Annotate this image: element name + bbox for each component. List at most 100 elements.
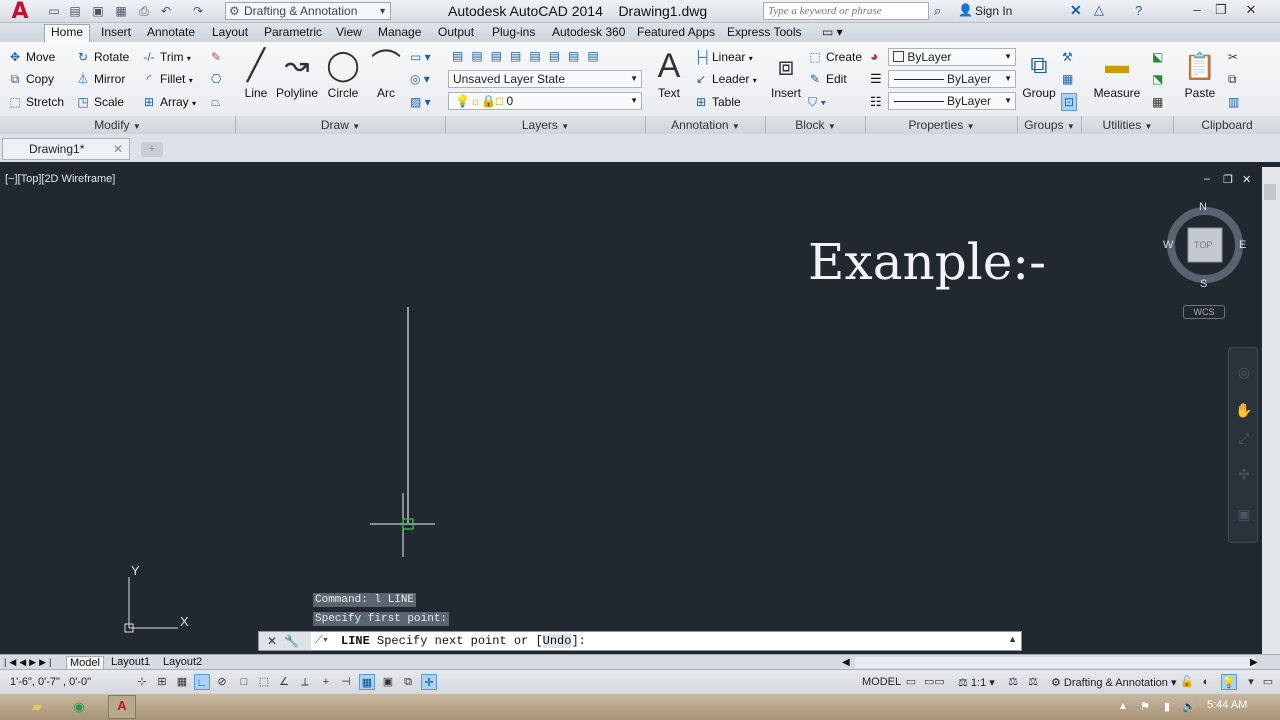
- a360-icon[interactable]: △: [1094, 2, 1104, 18]
- array-button[interactable]: ⊞ Array ▾: [142, 94, 196, 112]
- close-command-icon[interactable]: ✕: [267, 634, 284, 648]
- steering-wheel-icon[interactable]: ◎: [1235, 364, 1253, 381]
- tray-battery-icon[interactable]: ▮: [1156, 697, 1178, 717]
- paste-button[interactable]: 📋 Paste: [1180, 46, 1220, 100]
- copy-button[interactable]: ⧉ Copy: [8, 71, 54, 87]
- hatch-icon[interactable]: ▨ ▾: [410, 94, 431, 110]
- panel-title-block[interactable]: Block ▼: [766, 116, 866, 134]
- command-line[interactable]: ✕🔧 ⟋▾ LINE Specify next point or [Undo]:…: [258, 631, 1022, 651]
- layout-tab-layout2[interactable]: Layout2: [163, 656, 202, 669]
- panel-title-layers[interactable]: Layers ▼: [446, 116, 646, 134]
- linear-button[interactable]: ├┤Linear ▾: [694, 49, 753, 67]
- print-icon[interactable]: ⎙: [136, 3, 152, 19]
- ducs-icon[interactable]: ⟂: [297, 674, 313, 690]
- offset-icon[interactable]: ⏢: [211, 94, 221, 110]
- erase-icon[interactable]: ✎: [211, 49, 221, 65]
- compass-north[interactable]: N: [1199, 201, 1207, 213]
- quick-view-layouts-icon[interactable]: ▭: [903, 674, 919, 690]
- compass-east[interactable]: E: [1239, 239, 1246, 251]
- layout-tab-layout1[interactable]: Layout1: [111, 656, 150, 669]
- line-button[interactable]: ╱ Line: [240, 46, 272, 100]
- save-as-icon[interactable]: ▦: [113, 3, 129, 19]
- command-prompt[interactable]: LINE Specify next point or [Undo]:: [341, 634, 586, 648]
- dynamic-input-icon[interactable]: +: [318, 674, 334, 690]
- fillet-button[interactable]: ◜ Fillet ▾: [142, 71, 193, 89]
- vertical-scrollbar[interactable]: [1262, 167, 1280, 654]
- arc-button[interactable]: ⌒ Arc: [370, 46, 402, 100]
- annotation-monitor-icon[interactable]: ✛: [421, 674, 437, 690]
- recent-commands-icon[interactable]: ⟋▾: [315, 634, 328, 647]
- ungroup-icon[interactable]: ⚒: [1062, 49, 1073, 65]
- infer-constraints-icon[interactable]: ⊹: [134, 674, 150, 690]
- polyline-button[interactable]: ↝ Polyline: [274, 46, 320, 100]
- trim-button[interactable]: -/- Trim ▾: [142, 49, 191, 67]
- lock-ui-icon[interactable]: 🔓: [1179, 674, 1195, 690]
- help-icon[interactable]: ?: [1135, 3, 1142, 18]
- pan-icon[interactable]: ✋: [1235, 402, 1253, 419]
- binoculars-icon[interactable]: ⌕: [934, 3, 941, 19]
- grid-icon[interactable]: ▦: [174, 674, 190, 690]
- clean-screen-icon[interactable]: ▭: [1260, 674, 1276, 690]
- quick-select-icon[interactable]: ⬕: [1152, 49, 1163, 65]
- status-menu-icon[interactable]: ▾: [1243, 674, 1259, 690]
- lineweight-toggle-icon[interactable]: ⊣: [338, 674, 354, 690]
- autocad-taskbar-icon[interactable]: A: [108, 695, 136, 719]
- wcs-menu[interactable]: WCS: [1183, 305, 1225, 319]
- redo-icon[interactable]: ↷: [190, 3, 206, 19]
- annotation-visibility-icon[interactable]: ⚖: [1005, 674, 1021, 690]
- panel-title-groups[interactable]: Groups ▼: [1018, 116, 1082, 134]
- tab-annotate[interactable]: Annotate: [147, 25, 195, 40]
- match-properties-icon[interactable]: ▥: [1228, 94, 1239, 110]
- otrack-icon[interactable]: ∠: [276, 674, 292, 690]
- panel-toggle-icon[interactable]: ▭ ▾: [822, 25, 843, 40]
- explode-icon[interactable]: ⎔: [211, 71, 221, 87]
- clock[interactable]: 5:44 AM: [1207, 699, 1247, 711]
- tab-view[interactable]: View: [336, 25, 362, 40]
- workspace-dropdown[interactable]: ⚙ Drafting & Annotation ▼: [225, 2, 391, 20]
- rotate-button[interactable]: ↻ Rotate: [76, 49, 129, 65]
- layer-tools-icon[interactable]: ▤▤▤▤▤▤▤▤: [452, 48, 607, 64]
- table-button[interactable]: ⊞ Table: [694, 94, 741, 110]
- tab-insert[interactable]: Insert: [101, 25, 131, 40]
- panel-title-draw[interactable]: Draw ▼: [236, 116, 446, 134]
- ellipse-icon[interactable]: ◎ ▾: [410, 71, 430, 87]
- compass-south[interactable]: S: [1200, 278, 1207, 290]
- compass-west[interactable]: W: [1163, 239, 1173, 251]
- new-tab-button[interactable]: +: [141, 142, 163, 157]
- selection-cycling-icon[interactable]: ⧉: [400, 674, 416, 690]
- osnap-icon[interactable]: □: [236, 674, 252, 690]
- ortho-icon[interactable]: ∟: [194, 674, 210, 690]
- customize-wrench-icon[interactable]: 🔧: [284, 634, 306, 648]
- create-block-button[interactable]: ⬚ Create: [808, 49, 862, 65]
- restore-button[interactable]: ❐: [1210, 2, 1232, 20]
- close-tab-icon[interactable]: ✕: [113, 139, 123, 159]
- lineweight-dropdown[interactable]: ByLayer ▼: [888, 92, 1016, 110]
- tab-plugins[interactable]: Plug-ins: [492, 25, 535, 40]
- panel-title-modify[interactable]: Modify ▼: [0, 116, 236, 134]
- transparency-icon[interactable]: ▦: [359, 674, 375, 690]
- chrome-icon[interactable]: ◉: [68, 697, 90, 717]
- panel-title-utilities[interactable]: Utilities ▼: [1082, 116, 1174, 134]
- orbit-icon[interactable]: ✣: [1235, 466, 1253, 483]
- panel-title-annotation[interactable]: Annotation ▼: [646, 116, 766, 134]
- move-button[interactable]: ✥ Move: [8, 49, 55, 65]
- file-explorer-icon[interactable]: ▰: [26, 697, 48, 717]
- sign-in-link[interactable]: Sign In: [975, 4, 1012, 18]
- application-menu-button[interactable]: A: [0, 0, 40, 24]
- tab-layout[interactable]: Layout: [212, 25, 248, 40]
- layout-nav-icons[interactable]: |◀◀▶▶|: [4, 656, 54, 669]
- coordinates-readout[interactable]: 1'-6", 0'-7" , 0'-0": [10, 676, 91, 688]
- volume-icon[interactable]: 🔊: [1178, 697, 1200, 717]
- search-input[interactable]: Type a keyword or phrase: [763, 2, 929, 20]
- circle-button[interactable]: ◯ Circle: [325, 46, 361, 100]
- panel-title-properties[interactable]: Properties ▼: [866, 116, 1018, 134]
- group-button[interactable]: ⧉ Group: [1021, 46, 1057, 100]
- tab-autodesk-360[interactable]: Autodesk 360: [552, 25, 625, 40]
- new-icon[interactable]: ▭: [46, 3, 62, 19]
- group-selection-icon[interactable]: ⊡: [1061, 93, 1078, 111]
- vertical-scroll-thumb[interactable]: [1264, 184, 1276, 200]
- command-history-toggle-icon[interactable]: ▲: [1008, 634, 1017, 644]
- hardware-acceleration-icon[interactable]: ◐: [1198, 674, 1214, 690]
- mirror-button[interactable]: ⏃ Mirror: [76, 71, 125, 87]
- tab-express-tools[interactable]: Express Tools: [727, 25, 801, 40]
